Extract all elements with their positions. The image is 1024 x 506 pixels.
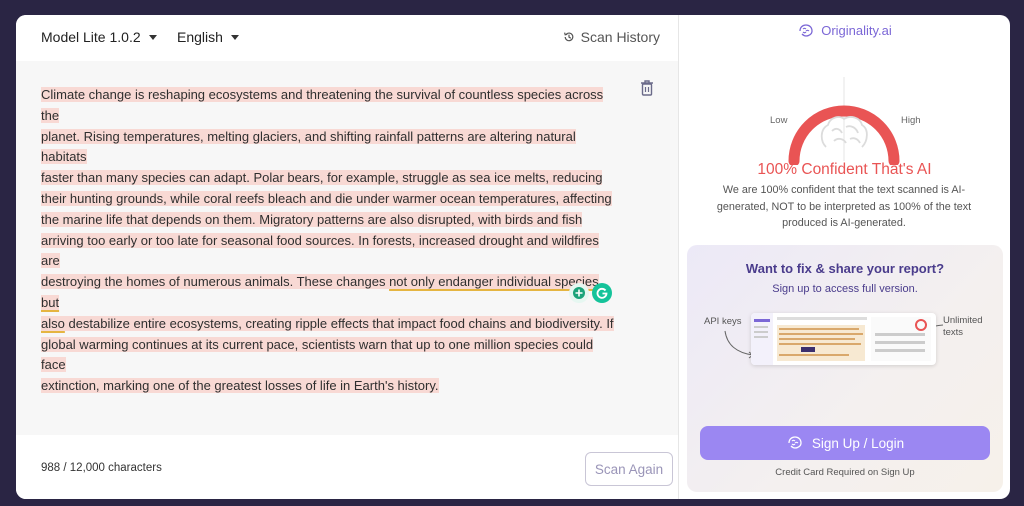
trash-icon[interactable]	[639, 79, 655, 97]
writing-assistant-icons	[569, 283, 612, 303]
text-line: Climate change is reshaping ecosystems a…	[41, 87, 604, 123]
gauge-high-label: High	[901, 115, 921, 126]
brain-icon	[799, 23, 813, 37]
text-line: arriving too early or too late for seaso…	[41, 232, 599, 269]
results-pane: Originality.ai Low High 100% Confident T…	[679, 15, 1010, 499]
chevron-down-icon	[230, 34, 239, 40]
promo-title: Want to fix & share your report?	[745, 261, 945, 276]
api-keys-label: API keys	[704, 316, 742, 327]
scanned-text[interactable]: Climate change is reshaping ecosystems a…	[41, 85, 615, 397]
brand-logo[interactable]: Originality.ai	[679, 23, 1010, 38]
unlimited-texts-label: Unlimited texts	[943, 315, 983, 338]
editor-pane: Model Lite 1.0.2 English Scan History Cl…	[16, 15, 678, 499]
text-line: extinction, marking one of the greatest …	[41, 378, 439, 394]
chevron-down-icon	[148, 34, 157, 40]
text-line: planet. Rising temperatures, melting gla…	[41, 128, 576, 165]
upgrade-promo: Want to fix & share your report? Sign up…	[687, 245, 1003, 492]
brain-icon	[788, 436, 802, 449]
promo-subtitle: Sign up to access full version.	[772, 283, 918, 295]
model-dropdown[interactable]: Model Lite 1.0.2	[41, 29, 157, 45]
confidence-headline: 100% Confident That's AI	[757, 161, 932, 178]
text-line: faster than many species can adapt. Pola…	[41, 170, 603, 186]
language-dropdown[interactable]: English	[177, 29, 239, 45]
text-line: global warming continues at its current …	[41, 336, 594, 373]
sign-up-login-button[interactable]: Sign Up / Login	[700, 426, 990, 460]
model-label: Model Lite 1.0.2	[41, 29, 141, 45]
scan-history-button[interactable]: Scan History	[563, 29, 660, 45]
toolbar: Model Lite 1.0.2 English Scan History	[16, 15, 678, 61]
credit-card-note: Credit Card Required on Sign Up	[775, 467, 915, 478]
confidence-description: We are 100% confident that the text scan…	[716, 184, 972, 229]
brand-name: Originality.ai	[821, 23, 892, 38]
text-line: their hunting grounds, while coral reefs…	[41, 190, 612, 206]
text-input-area[interactable]: Climate change is reshaping ecosystems a…	[16, 61, 678, 435]
grammar-suggestion[interactable]: also	[41, 315, 65, 331]
lightbulb-icon[interactable]	[569, 283, 589, 303]
text-line: destroying the homes of numerous animals…	[41, 274, 390, 290]
text-line: the marine life that depends on them. Mi…	[41, 211, 583, 227]
gauge-low-label: Low	[770, 115, 788, 126]
main-card: Model Lite 1.0.2 English Scan History Cl…	[16, 15, 1010, 499]
editor-footer: 988 / 12,000 characters Scan Again	[16, 435, 678, 499]
history-icon	[563, 32, 573, 42]
confidence-gauge	[788, 77, 900, 165]
app-preview-image	[751, 313, 936, 365]
sign-up-label: Sign Up / Login	[811, 435, 905, 451]
grammarly-icon[interactable]	[592, 283, 612, 303]
scan-history-label: Scan History	[580, 29, 660, 45]
scan-again-button[interactable]: Scan Again	[585, 452, 673, 486]
character-count: 988 / 12,000 characters	[41, 462, 162, 474]
language-label: English	[177, 29, 223, 45]
text-line: destabilize entire ecosystems, creating …	[64, 315, 614, 331]
